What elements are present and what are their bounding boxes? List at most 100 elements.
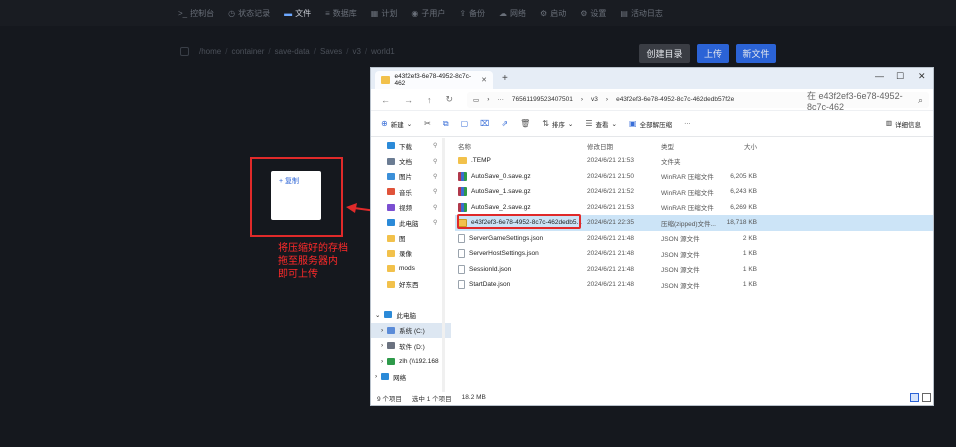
- tree-item[interactable]: › 网络: [371, 369, 451, 384]
- nav-item-6[interactable]: ⇪ 备份: [459, 8, 485, 19]
- file-row[interactable]: AutoSave_2.save.gz 2024/6/21 21:53 WinRAR …: [455, 200, 933, 216]
- breadcrumb-item[interactable]: v3: [352, 47, 360, 56]
- cut-button[interactable]: ✂: [424, 119, 431, 128]
- tree-item[interactable]: › zlh (\\192.168: [371, 353, 451, 368]
- sidebar-item-label: 文档: [399, 159, 412, 167]
- expander-icon[interactable]: ›: [381, 342, 383, 349]
- upload-button[interactable]: 上传: [697, 44, 729, 63]
- path-segment[interactable]: e43f2ef3-6e78-4952-8c7c-462dedb57f2e: [616, 96, 734, 103]
- expander-icon[interactable]: ⌄: [375, 311, 380, 319]
- column-type[interactable]: 类型: [661, 141, 717, 151]
- details-pane-button[interactable]: ▥ 详细信息: [886, 119, 921, 129]
- back-icon[interactable]: ←: [381, 95, 390, 105]
- more-options-icon[interactable]: ···: [684, 120, 691, 127]
- breadcrumb-item[interactable]: world1: [371, 47, 395, 56]
- file-type: 文件夹: [661, 158, 681, 166]
- refresh-icon[interactable]: ↻: [446, 94, 454, 105]
- rename-button[interactable]: ⌧: [480, 119, 489, 128]
- column-date[interactable]: 修改日期: [587, 141, 661, 151]
- explorer-tab[interactable]: e43f2ef3-6e78-4952-8c7c-462 ✕: [375, 71, 493, 89]
- file-row[interactable]: ServerGameSettings.json 2024/6/21 21:48 JS…: [455, 231, 933, 247]
- nav-item-1[interactable]: ◷ 状态记录: [228, 8, 270, 19]
- close-tab-icon[interactable]: ✕: [481, 76, 487, 84]
- delete-button[interactable]: 🗑: [520, 119, 530, 128]
- rename-icon: ⌧: [480, 119, 490, 128]
- search-input[interactable]: 在 e43f2ef3-6e78-4952-8c7c-462 ⌕: [799, 91, 929, 112]
- nav-item-10[interactable]: ▤ 活动日志: [620, 8, 663, 19]
- sidebar-item[interactable]: 录像: [371, 246, 451, 261]
- file-row[interactable]: ServerHostSettings.json 2024/6/21 21:48 JS…: [455, 246, 933, 262]
- nav-item-0[interactable]: >_ 控制台: [178, 8, 214, 19]
- view-button[interactable]: ☰ 查看 ⌄: [585, 119, 617, 129]
- file-date: 2024/6/21 21:48: [587, 250, 634, 258]
- nav-item-3[interactable]: ≡ 数据库: [325, 8, 357, 19]
- folder-file-icon: [458, 157, 467, 165]
- expander-icon[interactable]: ›: [381, 327, 383, 334]
- file-row[interactable]: AutoSave_1.save.gz 2024/6/21 21:52 WinRAR …: [455, 184, 933, 200]
- breadcrumb-item[interactable]: Saves: [320, 47, 342, 56]
- extract-all-button[interactable]: ▣ 全部解压缩: [629, 119, 672, 129]
- breadcrumb-item[interactable]: /home: [199, 47, 221, 56]
- maximize-icon[interactable]: ☐: [896, 71, 904, 82]
- command-bar: ⊕ 新建 ⌄ ✂ ⧉ ▢ ⌧ ⇗ 🗑 ⇅ 排序 ⌄ ☰ 查看 ⌄ ▣ 全部解压缩 ···: [371, 111, 933, 137]
- copy-button[interactable]: ⧉: [443, 119, 449, 129]
- expander-icon[interactable]: ›: [375, 373, 377, 380]
- sidebar-item[interactable]: 文档 ⚲: [371, 153, 451, 168]
- file-size: 1 KB: [742, 281, 757, 289]
- sidebar-item[interactable]: 音乐 ⚲: [371, 184, 451, 199]
- sidebar-item[interactable]: mods: [371, 261, 451, 276]
- new-tab-icon[interactable]: +: [502, 73, 508, 84]
- plus-circle-icon: ⊕: [381, 119, 388, 128]
- file-row[interactable]: .TEMP 2024/6/21 21:53 文件夹: [455, 153, 933, 169]
- nav-item-5[interactable]: ◉ 子用户: [411, 8, 445, 19]
- folder-icon: ▬: [284, 8, 293, 18]
- column-size[interactable]: 大小: [717, 141, 757, 151]
- create-directory-button[interactable]: 创建目录: [639, 44, 690, 63]
- breadcrumb-item[interactable]: container: [231, 47, 264, 56]
- file-row[interactable]: StartDate.json 2024/6/21 21:48 JSON 源文件 1 K…: [455, 277, 933, 293]
- note-line: 将压缩好的存档: [278, 243, 348, 254]
- select-all-checkbox[interactable]: [180, 47, 189, 56]
- forward-icon[interactable]: →: [404, 95, 413, 105]
- navigation-scrollbar[interactable]: [442, 138, 445, 392]
- monitor-icon: ▭: [473, 96, 480, 104]
- new-file-button[interactable]: 新文件: [736, 44, 776, 63]
- sidebar-item[interactable]: 视频 ⚲: [371, 200, 451, 215]
- paste-button[interactable]: ▢: [461, 119, 469, 128]
- file-row[interactable]: AutoSave_0.save.gz 2024/6/21 21:50 WinRAR …: [455, 169, 933, 185]
- close-window-icon[interactable]: ✕: [918, 71, 926, 82]
- share-button[interactable]: ⇗: [501, 119, 508, 128]
- file-type: 压缩(zipped)文件...: [661, 220, 716, 228]
- sidebar-item[interactable]: 好东西: [371, 277, 451, 292]
- up-icon[interactable]: ↑: [427, 95, 432, 105]
- expander-icon[interactable]: ›: [381, 358, 383, 365]
- nav-item-2[interactable]: ▬ 文件: [284, 8, 311, 19]
- view-icon: ☰: [585, 119, 593, 128]
- new-button[interactable]: ⊕ 新建 ⌄: [381, 119, 412, 129]
- nav-item-4[interactable]: ▦ 计划: [371, 8, 398, 19]
- sidebar-item[interactable]: 图: [371, 230, 451, 245]
- minimize-icon[interactable]: —: [875, 71, 884, 81]
- breadcrumb-item[interactable]: save-data: [275, 47, 310, 56]
- sort-button[interactable]: ⇅ 排序 ⌄: [542, 119, 573, 129]
- sidebar-item[interactable]: 此电脑 ⚲: [371, 215, 451, 230]
- backup-icon: ⇪: [459, 8, 467, 18]
- folder-icon: [387, 280, 395, 288]
- nav-item-7[interactable]: ☁ 网络: [499, 8, 526, 19]
- column-name[interactable]: 名称: [455, 141, 587, 151]
- nav-item-label: 设置: [590, 8, 607, 18]
- sidebar-item[interactable]: 下载 ⚲: [371, 138, 451, 153]
- tree-item[interactable]: › 软件 (D:): [371, 338, 451, 353]
- path-segment[interactable]: 765611995234075​01: [512, 96, 573, 103]
- details-view-icon[interactable]: [910, 393, 919, 402]
- file-type: WinRAR 压缩文件: [661, 174, 714, 182]
- tiles-view-icon[interactable]: [922, 393, 931, 402]
- file-row[interactable]: SessionId.json 2024/6/21 21:48 JSON 源文件 1 K…: [455, 262, 933, 278]
- path-segment[interactable]: v3: [591, 96, 598, 103]
- more-path-icon[interactable]: ···: [497, 96, 504, 103]
- tree-item[interactable]: ⌄ 此电脑: [371, 307, 451, 322]
- nav-item-9[interactable]: ⚙ 设置: [580, 8, 606, 19]
- sidebar-item[interactable]: 图片 ⚲: [371, 169, 451, 184]
- tree-item[interactable]: › 系统 (C:): [371, 322, 451, 339]
- nav-item-8[interactable]: ⚙ 启动: [540, 8, 566, 19]
